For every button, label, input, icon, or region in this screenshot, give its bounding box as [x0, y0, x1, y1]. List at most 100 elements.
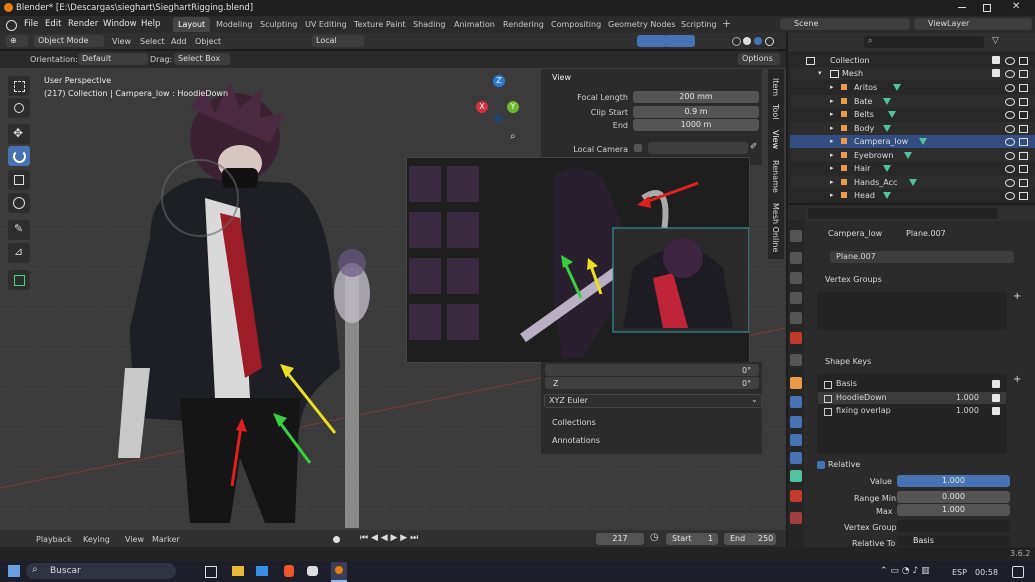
shape-key-mute-checkbox[interactable]: [992, 393, 1000, 402]
material-tab-icon[interactable]: [790, 490, 802, 502]
add-cube-tool[interactable]: [8, 270, 30, 290]
clock[interactable]: 00:58: [975, 568, 998, 577]
physics-tab-icon[interactable]: [790, 434, 802, 446]
shading-solid-button[interactable]: [728, 35, 781, 47]
windows-start-icon[interactable]: [8, 565, 20, 577]
menu-object[interactable]: Object: [195, 37, 221, 46]
view-layer-selector[interactable]: ViewLayer: [914, 18, 1032, 30]
transform-orientation-dropdown[interactable]: Local: [312, 35, 364, 47]
scene-selector[interactable]: Scene: [780, 18, 910, 30]
tab-sculpting[interactable]: Sculpting: [255, 17, 302, 32]
particles-tab-icon[interactable]: [790, 416, 802, 428]
tab-uv-editing[interactable]: UV Editing: [300, 17, 352, 32]
object-mode-dropdown[interactable]: Object Mode: [34, 35, 104, 47]
camera-icon[interactable]: [1019, 70, 1028, 78]
tab-animation[interactable]: Animation: [449, 17, 500, 32]
gizmo-neg-z[interactable]: [494, 114, 503, 123]
gizmo-x-axis[interactable]: X: [476, 101, 488, 113]
eye-icon[interactable]: [1005, 178, 1015, 187]
maximize-icon[interactable]: [983, 4, 991, 12]
eye-icon[interactable]: [1005, 111, 1015, 119]
outliner-row-object[interactable]: ▸ Hands_Acc: [790, 175, 1035, 189]
eye-icon[interactable]: [1005, 70, 1015, 78]
system-tray-icons[interactable]: ⌃ ▭ ◔ ♪ ▥: [880, 566, 930, 576]
output-tab-icon[interactable]: [790, 272, 802, 284]
brave-browser-icon[interactable]: [284, 565, 294, 577]
blender-menu-icon[interactable]: [6, 20, 17, 31]
expand-icon[interactable]: ▸: [830, 149, 834, 162]
annotations-panel-header[interactable]: Annotations: [552, 436, 600, 445]
outliner-row-object[interactable]: ▸ Belts: [790, 108, 1035, 121]
tab-geometry-nodes[interactable]: Geometry Nodes: [603, 17, 680, 32]
exclude-checkbox[interactable]: [992, 69, 1000, 77]
collections-panel-header[interactable]: Collections: [552, 418, 596, 427]
outliner-row-collection[interactable]: Collection: [790, 54, 1035, 67]
outliner-row-object[interactable]: ▸ Body: [790, 121, 1035, 135]
transform-tool[interactable]: [8, 193, 30, 213]
shape-key-mute-checkbox[interactable]: [992, 380, 1000, 388]
orientation-dropdown[interactable]: Default: [78, 53, 148, 65]
tab-texture-paint[interactable]: Texture Paint: [349, 17, 411, 32]
shape-keys-header[interactable]: Shape Keys: [825, 357, 871, 366]
mail-icon[interactable]: [256, 566, 268, 576]
vertex-groups-header[interactable]: Vertex Groups: [825, 275, 882, 284]
value-slider[interactable]: 1.000: [897, 475, 1010, 487]
texture-tab-icon[interactable]: [790, 512, 802, 524]
add-vertex-group-icon[interactable]: +: [1013, 291, 1021, 302]
eye-icon[interactable]: [1005, 84, 1015, 92]
move-tool[interactable]: ✥: [8, 124, 30, 144]
eye-icon[interactable]: [1005, 57, 1015, 65]
menu-view[interactable]: View: [112, 37, 131, 46]
navigation-gizmo[interactable]: Z X Y: [474, 74, 524, 128]
scene-tab-icon[interactable]: [790, 312, 802, 324]
modifier-tab-icon[interactable]: [790, 396, 802, 408]
rotate-tool[interactable]: [8, 146, 30, 166]
menu-help[interactable]: Help: [141, 19, 160, 29]
expand-icon[interactable]: ▸: [830, 135, 834, 148]
close-icon[interactable]: ✕: [1012, 1, 1020, 12]
tab-scripting[interactable]: Scripting: [676, 17, 722, 32]
shape-key-row[interactable]: HoodieDown 1.000: [818, 391, 1006, 404]
local-camera-checkbox[interactable]: [634, 144, 642, 152]
camera-icon[interactable]: [1019, 97, 1028, 106]
sidebar-tab-tool[interactable]: Tool: [771, 104, 780, 120]
camera-icon[interactable]: [1019, 165, 1028, 173]
view-panel-header[interactable]: View: [552, 73, 571, 82]
select-box-tool[interactable]: [8, 76, 30, 96]
eye-icon[interactable]: [1005, 97, 1015, 106]
shape-key-row[interactable]: Basis: [818, 378, 1006, 390]
tab-modeling[interactable]: Modeling: [211, 17, 257, 32]
start-frame-field[interactable]: Start 1: [666, 533, 718, 545]
end-frame-field[interactable]: End 250: [724, 533, 776, 545]
exclude-checkbox[interactable]: [992, 56, 1000, 64]
discord-icon[interactable]: [307, 566, 318, 576]
max-field[interactable]: 1.000: [897, 504, 1010, 516]
timeline-playback-menu[interactable]: Playback: [36, 535, 72, 544]
gizmo-y-axis[interactable]: Y: [507, 101, 519, 113]
mesh-data-tab-icon[interactable]: [790, 470, 802, 482]
editor-type-button[interactable]: ⊕: [6, 35, 28, 47]
sidebar-tab-view[interactable]: View: [771, 130, 780, 149]
mesh-data-selector[interactable]: Plane.007: [830, 251, 1014, 263]
sidebar-tab-item[interactable]: Item: [771, 78, 780, 96]
record-button[interactable]: [333, 536, 340, 543]
playback-controls[interactable]: ⏮ ◀ ◀ ▶ ▶ ⏭: [360, 533, 418, 543]
taskbar-search[interactable]: ⌕ Buscar: [26, 563, 176, 579]
tab-compositing[interactable]: Compositing: [546, 17, 606, 32]
drag-dropdown[interactable]: Select Box: [174, 53, 230, 65]
camera-icon[interactable]: [1019, 111, 1028, 119]
minimize-icon[interactable]: [958, 7, 966, 8]
overlay-toggle[interactable]: [665, 35, 695, 47]
sidebar-tab-rename[interactable]: Rename: [771, 160, 780, 193]
camera-icon[interactable]: [1019, 138, 1028, 146]
expand-icon[interactable]: ▸: [830, 176, 834, 189]
camera-icon[interactable]: [1019, 151, 1028, 160]
timeline-keying-menu[interactable]: Keying: [83, 535, 110, 544]
current-frame-field[interactable]: 217: [596, 533, 644, 545]
expand-icon[interactable]: ▸: [830, 108, 834, 121]
camera-icon[interactable]: [1019, 57, 1028, 65]
eye-icon[interactable]: [1005, 124, 1015, 133]
file-explorer-icon[interactable]: [232, 566, 244, 576]
expand-icon[interactable]: ▸: [830, 162, 834, 175]
eye-icon[interactable]: [1005, 165, 1015, 173]
